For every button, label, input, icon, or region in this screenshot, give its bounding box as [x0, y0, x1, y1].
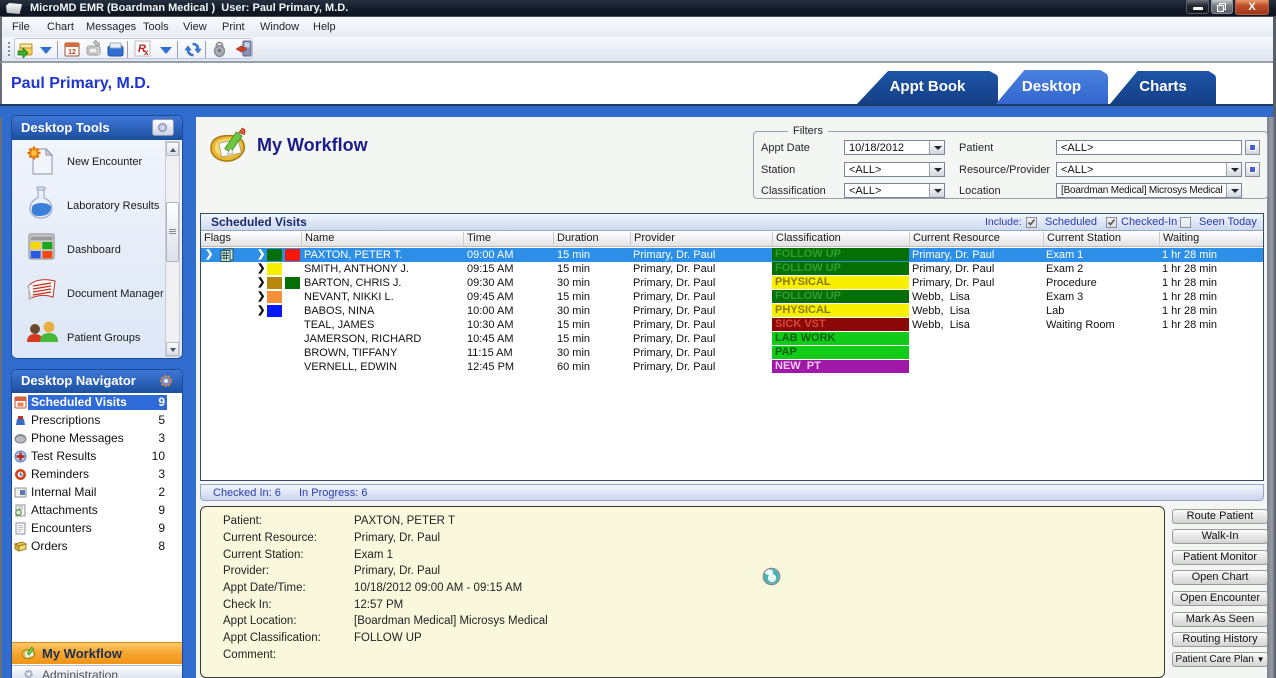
svg-text:12: 12	[68, 49, 76, 56]
svg-text:x: x	[144, 48, 149, 57]
